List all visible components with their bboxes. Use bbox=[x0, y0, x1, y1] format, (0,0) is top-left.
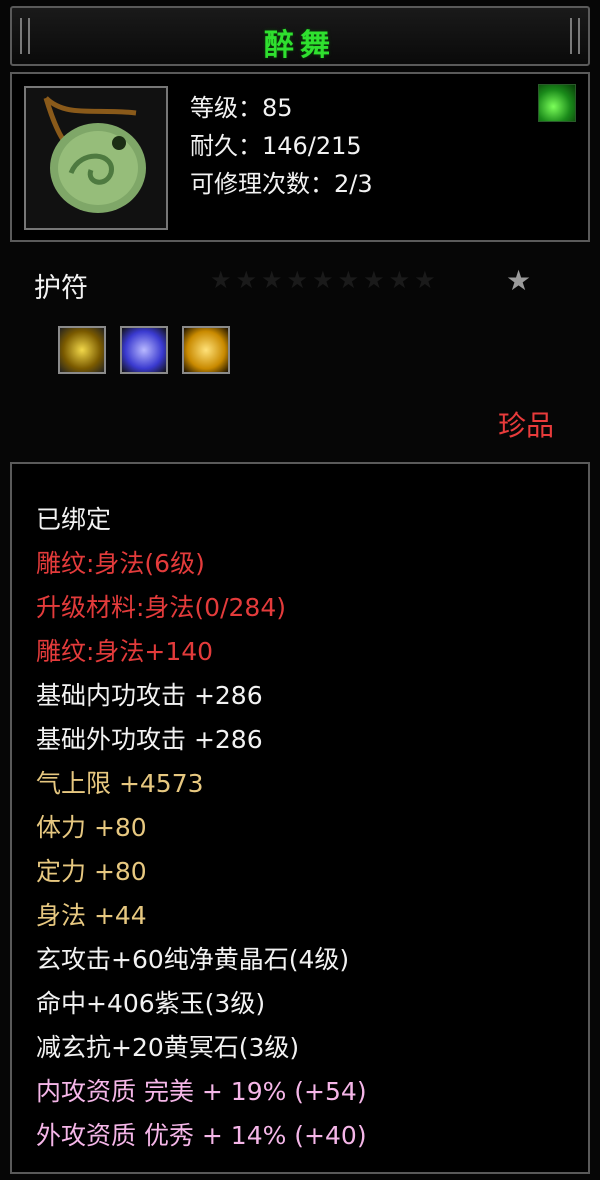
item-name: 醉舞 bbox=[264, 28, 336, 63]
star-icon: ★ bbox=[506, 264, 532, 297]
attribute-line: 减玄抗+20黄冥石(3级) bbox=[36, 1033, 300, 1062]
attribute-line: 体力 +80 bbox=[36, 813, 147, 842]
attribute-line: 升级材料:身法(0/284) bbox=[36, 593, 286, 622]
gold-gem-icon[interactable] bbox=[182, 326, 230, 374]
attribute-line: 已绑定 bbox=[36, 505, 112, 534]
star-rating-empty: ★★★★★★★★★ bbox=[210, 266, 440, 294]
attribute-line: 玄攻击+60纯净黄晶石(4级) bbox=[36, 945, 350, 974]
jade-pendant-icon bbox=[24, 86, 168, 230]
attribute-line: 定力 +80 bbox=[36, 857, 147, 886]
item-category: 护符 bbox=[34, 273, 88, 304]
title-bar: 醉舞 bbox=[10, 6, 590, 66]
attribute-line: 基础外功攻击 +286 bbox=[36, 725, 263, 754]
attribute-line: 基础内功攻击 +286 bbox=[36, 681, 263, 710]
attribute-line: 命中+406紫玉(3级) bbox=[36, 989, 266, 1018]
leaf-icon bbox=[538, 84, 576, 122]
attribute-line: 内攻资质 完美 + 19% (+54) bbox=[36, 1077, 367, 1106]
item-header-panel: 等级：85 耐久：146/215 可修理次数：2/3 bbox=[10, 72, 590, 242]
purple-jade-gem-icon[interactable] bbox=[120, 326, 168, 374]
attributes-panel: 已绑定 雕纹:身法(6级) 升级材料:身法(0/284) 雕纹:身法+140 基… bbox=[10, 462, 590, 1174]
attribute-line: 气上限 +4573 bbox=[36, 769, 204, 798]
yellow-crystal-gem-icon[interactable] bbox=[58, 326, 106, 374]
rarity-label: 珍品 bbox=[497, 409, 554, 442]
item-tooltip: 醉舞 等级：85 耐久：146/215 可修理次数：2/3 护符 ★★★★★★★… bbox=[0, 0, 600, 1180]
attribute-line: 雕纹:身法+140 bbox=[36, 637, 214, 666]
attribute-line: 雕纹:身法(6级) bbox=[36, 549, 205, 578]
item-repair-count: 可修理次数：2/3 bbox=[190, 170, 373, 198]
attribute-line: 外攻资质 优秀 + 14% (+40) bbox=[36, 1121, 367, 1150]
attribute-line: 身法 +44 bbox=[36, 901, 147, 930]
item-level: 等级：85 bbox=[190, 94, 293, 122]
item-durability: 耐久：146/215 bbox=[190, 132, 362, 160]
